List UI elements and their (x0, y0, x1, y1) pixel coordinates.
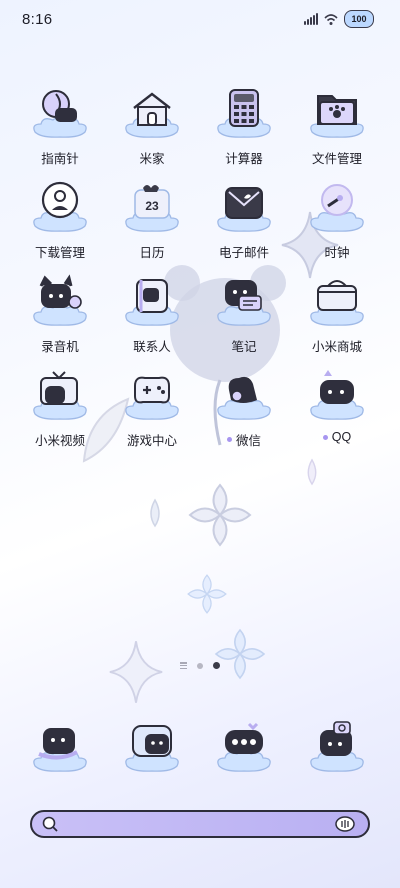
clock-icon (306, 178, 368, 234)
app-label-text: QQ (331, 430, 352, 444)
app-label: 时钟 (292, 242, 382, 261)
app-label: 游戏中心 (107, 430, 197, 449)
app-tv[interactable]: 小米视频 (15, 366, 105, 449)
status-bar: 8:16 100 (0, 0, 400, 40)
app-label: 笔记 (199, 336, 289, 355)
svg-text:23: 23 (145, 199, 159, 213)
app-recorder[interactable]: 录音机 (15, 272, 105, 355)
app-calculator[interactable]: 计算器 (199, 84, 289, 167)
app-label: 文件管理 (292, 148, 382, 167)
folder-icon (306, 84, 368, 140)
app-label-text: 小米商城 (311, 340, 362, 354)
gamepad-icon (121, 366, 183, 422)
app-gamepad[interactable]: 游戏中心 (107, 366, 197, 449)
app-label: 联系人 (107, 336, 197, 355)
camera-icon (306, 718, 368, 774)
dock-camera[interactable] (292, 718, 382, 774)
phone-icon (29, 718, 91, 774)
compass-icon (29, 84, 91, 140)
app-folder[interactable]: 文件管理 (292, 84, 382, 167)
drawer-lines-icon[interactable] (180, 662, 187, 669)
store-icon (306, 272, 368, 328)
app-email[interactable]: 电子邮件 (199, 178, 289, 261)
decorative-flower (188, 483, 252, 547)
chat-icon (213, 718, 275, 774)
calendar-icon: 23 (121, 178, 183, 234)
app-label-text: 下载管理 (34, 246, 85, 260)
app-label: 日历 (107, 242, 197, 261)
qq-icon (306, 366, 368, 422)
app-contacts[interactable]: 联系人 (107, 272, 197, 355)
app-label: QQ (292, 430, 382, 444)
decorative-sparkle (109, 641, 163, 703)
decorative-flower (214, 628, 266, 680)
app-label-text: 小米视频 (34, 434, 85, 448)
page-dot[interactable] (197, 662, 203, 669)
new-dot (322, 434, 328, 440)
app-download[interactable]: 下载管理 (15, 178, 105, 261)
app-label: 下载管理 (15, 242, 105, 261)
calculator-icon (213, 84, 275, 140)
messages-icon (121, 718, 183, 774)
home-icon (121, 84, 183, 140)
app-label-text: 录音机 (41, 340, 79, 354)
page-indicator[interactable] (0, 662, 400, 669)
app-clock[interactable]: 时钟 (292, 178, 382, 261)
search-icon (42, 816, 58, 832)
wechat-icon (213, 366, 275, 422)
app-label: 米家 (107, 148, 197, 167)
search-bar[interactable] (30, 810, 370, 838)
app-label: 小米商城 (292, 336, 382, 355)
app-label-text: 文件管理 (311, 152, 362, 166)
app-wechat[interactable]: 微信 (199, 366, 289, 449)
app-label: 指南针 (15, 148, 105, 167)
decorative-flower (187, 574, 227, 614)
signal-icon (304, 13, 318, 25)
app-label: 计算器 (199, 148, 289, 167)
email-icon (213, 178, 275, 234)
dock-chat[interactable] (199, 718, 289, 774)
recorder-icon (29, 272, 91, 328)
app-notes[interactable]: 笔记 (199, 272, 289, 355)
status-time: 8:16 (22, 11, 53, 28)
dock-phone[interactable] (15, 718, 105, 774)
app-label-text: 计算器 (225, 152, 263, 166)
tv-icon (29, 366, 91, 422)
app-label-text: 游戏中心 (126, 434, 177, 448)
contacts-icon (121, 272, 183, 328)
app-label-text: 电子邮件 (218, 246, 269, 260)
notes-icon (213, 272, 275, 328)
app-label-text: 时钟 (324, 246, 350, 260)
decorative-drop (150, 498, 160, 528)
app-label: 电子邮件 (199, 242, 289, 261)
app-label-text: 日历 (139, 246, 165, 260)
app-label-text: 指南针 (41, 152, 79, 166)
app-label-text: 笔记 (231, 340, 257, 354)
wifi-icon (324, 14, 338, 25)
decorative-drop (307, 458, 317, 486)
battery-indicator: 100 (344, 10, 374, 28)
app-calendar[interactable]: 23 日历 (107, 178, 197, 261)
app-label-text: 微信 (235, 434, 261, 448)
app-label-text: 联系人 (133, 340, 171, 354)
app-home[interactable]: 米家 (107, 84, 197, 167)
new-dot (226, 437, 232, 442)
app-qq[interactable]: QQ (292, 366, 382, 444)
voice-icon[interactable] (334, 814, 356, 834)
app-store[interactable]: 小米商城 (292, 272, 382, 355)
status-icons: 100 (304, 10, 374, 28)
app-label: 微信 (199, 430, 289, 449)
app-label: 录音机 (15, 336, 105, 355)
app-label-text: 米家 (139, 152, 165, 166)
app-label: 小米视频 (15, 430, 105, 449)
page-dot-active[interactable] (213, 662, 220, 669)
app-compass[interactable]: 指南针 (15, 84, 105, 167)
dock-messages[interactable] (107, 718, 197, 774)
download-icon (29, 178, 91, 234)
